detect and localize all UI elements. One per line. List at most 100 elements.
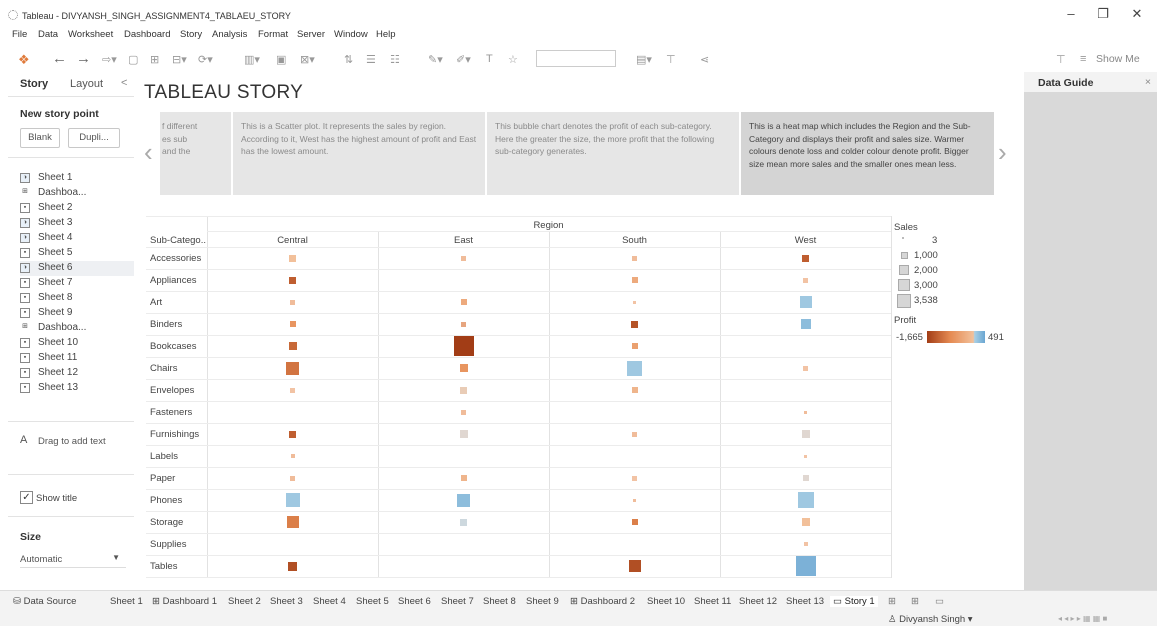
heatmap-mark[interactable] [461, 256, 466, 261]
presentation-icon[interactable]: ⊤ [666, 53, 676, 66]
menu-data[interactable]: Data [38, 29, 58, 40]
back-icon[interactable]: ← [52, 50, 67, 67]
duplicate-button[interactable]: Dupli... [68, 128, 120, 148]
heatmap-mark[interactable] [461, 410, 466, 415]
heatmap-mark[interactable] [286, 362, 299, 375]
story-point-caption-2[interactable]: This is a Scatter plot. It represents th… [233, 112, 485, 195]
heatmap-mark[interactable] [286, 493, 300, 507]
blank-button[interactable]: Blank [20, 128, 60, 148]
tab-layout[interactable]: Layout [70, 78, 103, 90]
sheet-item-11[interactable]: ⊞ Dashboa... [20, 321, 134, 336]
sheet-item-10[interactable]: ▪ Sheet 9 [20, 306, 134, 321]
tab-sheet-10[interactable]: Sheet 10 [647, 596, 685, 607]
nav-controls[interactable]: ◂ ◂ ▸ ▸ ▦ ▦ ■ [1058, 614, 1107, 623]
sheet-item-9[interactable]: ▪ Sheet 8 [20, 291, 134, 306]
tab-sheet-7[interactable]: Sheet 7 [441, 596, 474, 607]
clear-sheet-icon[interactable]: ⊠▾ [300, 53, 315, 66]
new-datasource-icon[interactable]: ⊞ [150, 53, 159, 66]
tab-story[interactable]: Story [20, 78, 48, 90]
sheet-item-1[interactable]: ◑ Sheet 1 [20, 171, 134, 186]
heatmap-mark[interactable] [289, 342, 297, 350]
new-worksheet-tab-icon[interactable]: ⊞ [888, 596, 896, 607]
tab-data-source[interactable]: ⛁ Data Source [13, 596, 76, 607]
share-icon[interactable]: ⋖ [700, 53, 709, 66]
menu-server[interactable]: Server [297, 29, 325, 40]
heatmap-mark[interactable] [633, 499, 636, 502]
heatmap-mark[interactable] [802, 518, 810, 526]
heatmap-mark[interactable] [461, 299, 467, 305]
sheet-item-6[interactable]: ▪ Sheet 5 [20, 246, 134, 261]
new-story-tab-icon[interactable]: ▭ [935, 596, 944, 607]
heatmap-mark[interactable] [804, 455, 807, 458]
menu-window[interactable]: Window [334, 29, 368, 40]
tab-sheet-2[interactable]: Sheet 2 [228, 596, 261, 607]
sort-desc-icon[interactable]: ☷ [390, 53, 400, 66]
heatmap-mark[interactable] [632, 256, 637, 261]
heatmap-mark[interactable] [631, 321, 638, 328]
menu-format[interactable]: Format [258, 29, 288, 40]
heatmap-mark[interactable] [461, 475, 467, 481]
tab-sheet-6[interactable]: Sheet 6 [398, 596, 431, 607]
group-icon[interactable]: ✐▾ [456, 53, 471, 66]
heatmap-mark[interactable] [632, 476, 637, 481]
heatmap-mark[interactable] [289, 255, 296, 262]
heatmap-mark[interactable] [290, 321, 296, 327]
heatmap-mark[interactable] [803, 475, 809, 481]
menu-story[interactable]: Story [180, 29, 202, 40]
heatmap-mark[interactable] [291, 454, 295, 458]
sheet-item-7[interactable]: ◑ Sheet 6 [20, 261, 134, 276]
heatmap-mark[interactable] [288, 562, 297, 571]
heatmap-mark[interactable] [632, 387, 638, 393]
fit-dropdown[interactable] [536, 50, 616, 67]
tab-sheet-5[interactable]: Sheet 5 [356, 596, 389, 607]
highlight-icon[interactable]: ✎▾ [428, 53, 443, 66]
tab-sheet-4[interactable]: Sheet 4 [313, 596, 346, 607]
heatmap-mark[interactable] [627, 361, 642, 376]
heatmap-mark[interactable] [633, 301, 636, 304]
heatmap-mark[interactable] [632, 343, 638, 349]
sort-asc-icon[interactable]: ☰ [366, 53, 376, 66]
text-object-icon[interactable]: A [20, 434, 27, 446]
sheet-item-5[interactable]: ◑ Sheet 4 [20, 231, 134, 246]
maximize-button[interactable]: ❐ [1090, 6, 1116, 26]
prev-story-point-icon[interactable]: ‹ [144, 137, 153, 168]
heatmap-mark[interactable] [460, 364, 468, 372]
sheet-item-4[interactable]: ◑ Sheet 3 [20, 216, 134, 231]
show-me-icon[interactable]: ≡ [1080, 53, 1086, 65]
pin-icon[interactable]: ☆ [508, 53, 518, 66]
story-point-caption-4[interactable]: This is a heat map which includes the Re… [741, 112, 994, 195]
heatmap-mark[interactable] [800, 296, 812, 308]
menu-file[interactable]: File [12, 29, 27, 40]
heatmap-mark[interactable] [290, 388, 295, 393]
heatmap-mark[interactable] [290, 476, 295, 481]
heatmap-mark[interactable] [460, 387, 467, 394]
heatmap-mark[interactable] [290, 300, 295, 305]
heatmap-mark[interactable] [460, 519, 467, 526]
close-button[interactable]: ✕ [1124, 6, 1150, 26]
heatmap-mark[interactable] [802, 255, 809, 262]
sheet-item-13[interactable]: ▪ Sheet 11 [20, 351, 134, 366]
next-story-point-icon[interactable]: › [998, 137, 1007, 168]
tab-sheet-11[interactable]: Sheet 11 [694, 596, 731, 607]
swap-icon[interactable]: ⇅ [344, 53, 353, 66]
heatmap-mark[interactable] [796, 556, 816, 576]
sheet-item-12[interactable]: ▪ Sheet 10 [20, 336, 134, 351]
sheet-item-3[interactable]: ▪ Sheet 2 [20, 201, 134, 216]
heatmap-mark[interactable] [632, 277, 638, 283]
heatmap-mark[interactable] [629, 560, 641, 572]
heatmap-mark[interactable] [803, 366, 808, 371]
heatmap-mark[interactable] [460, 430, 468, 438]
minimize-button[interactable]: – [1058, 6, 1084, 26]
forward-icon[interactable]: → [76, 50, 91, 67]
heatmap-mark[interactable] [803, 278, 808, 283]
pin-panel-icon[interactable]: ⊤ [1056, 53, 1066, 66]
menu-worksheet[interactable]: Worksheet [68, 29, 113, 40]
new-dashboard-tab-icon[interactable]: ⊞ [911, 596, 919, 607]
tab-dashboard-2[interactable]: ⊞ Dashboard 2 [570, 596, 635, 607]
heatmap-mark[interactable] [801, 319, 811, 329]
tab-sheet-8[interactable]: Sheet 8 [483, 596, 516, 607]
show-title-checkbox[interactable]: ✓ [20, 491, 33, 504]
heatmap-mark[interactable] [804, 411, 807, 414]
heatmap-mark[interactable] [632, 519, 638, 525]
new-worksheet-icon[interactable]: ▥▾ [244, 53, 260, 66]
